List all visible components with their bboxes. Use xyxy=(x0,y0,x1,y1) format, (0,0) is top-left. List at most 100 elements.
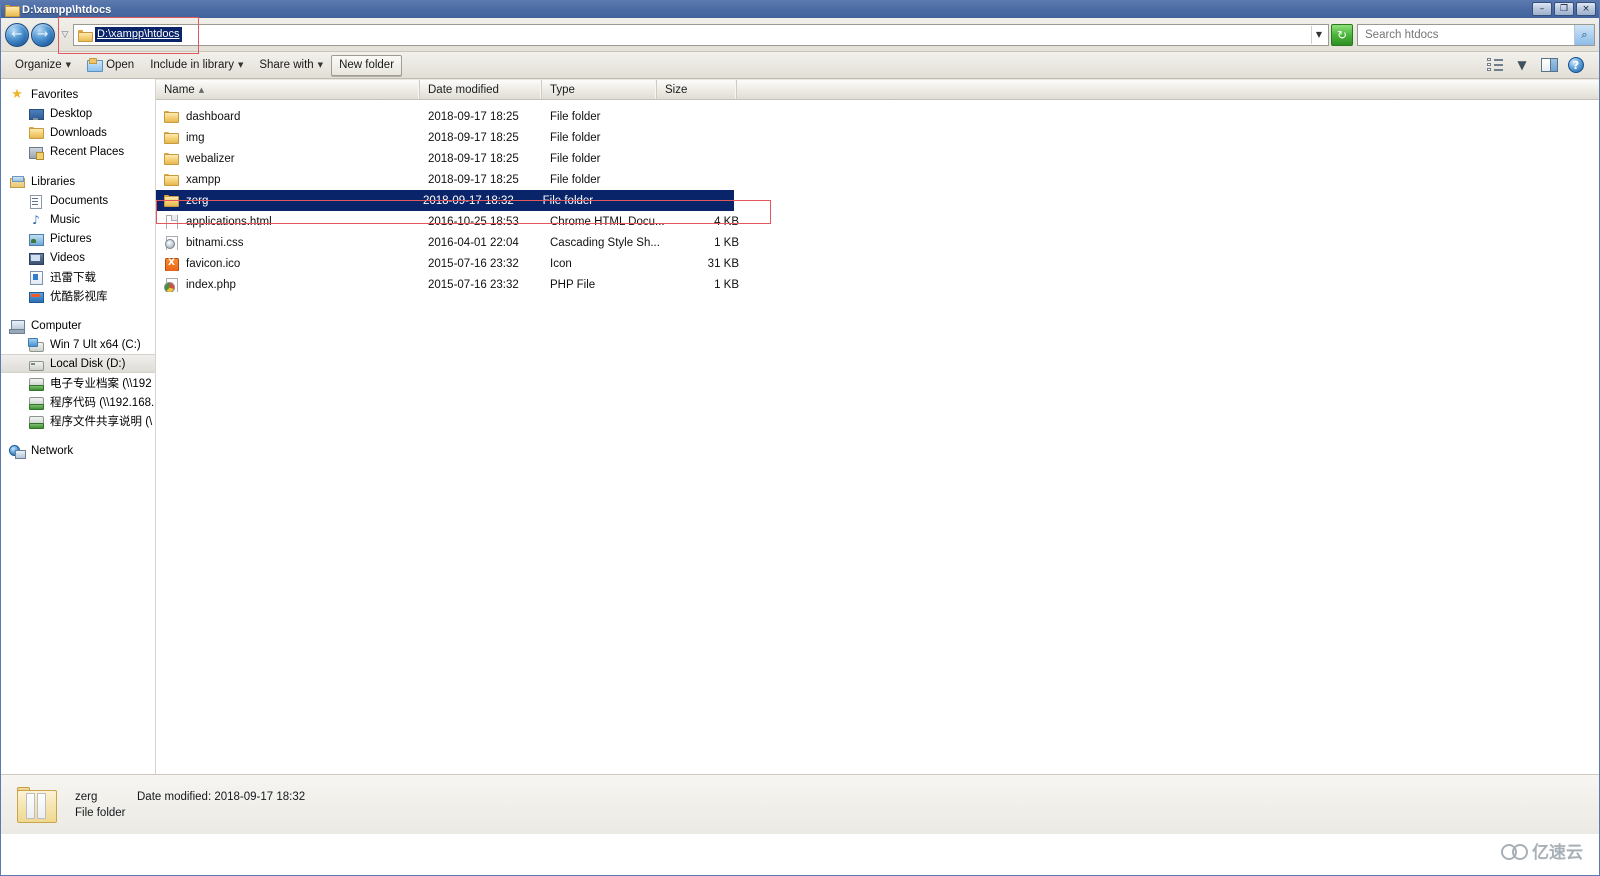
column-header-label: Name xyxy=(164,83,195,96)
sidebar-item-computer[interactable]: Computer xyxy=(1,316,155,335)
file-date: 2018-09-17 18:25 xyxy=(428,131,519,144)
ico-file-icon: X xyxy=(164,257,179,271)
network-drive-icon xyxy=(28,395,44,410)
window-controls: – ❐ × xyxy=(1532,2,1596,16)
search-icon[interactable]: ⌕ xyxy=(1574,24,1594,45)
recent-pages-dropdown-icon[interactable]: ▽ xyxy=(57,29,73,40)
libraries-icon xyxy=(9,175,25,189)
sidebar-item-drive-c[interactable]: Win 7 Ult x64 (C:) xyxy=(1,335,155,354)
table-row[interactable]: bitnami.css 2016-04-01 22:04 Cascading S… xyxy=(156,232,1599,253)
organize-caret-icon: ▼ xyxy=(65,61,72,69)
file-size: 1 KB xyxy=(714,236,739,249)
file-type: PHP File xyxy=(550,278,596,291)
sidebar-item-videos[interactable]: Videos xyxy=(1,248,155,267)
table-row[interactable]: dashboard 2018-09-17 18:25 File folder xyxy=(156,106,1599,127)
open-folder-icon xyxy=(87,58,104,72)
sidebar-item-network-drive-3[interactable]: 程序文件共享说明 (\ xyxy=(1,411,155,430)
column-header-row: Name ▲ Date modified Type Size xyxy=(156,79,1599,100)
close-button[interactable]: × xyxy=(1576,2,1596,16)
file-name: img xyxy=(186,131,205,144)
forward-button[interactable]: → xyxy=(31,22,55,47)
pictures-icon xyxy=(28,232,44,246)
share-with-button[interactable]: Share with ▼ xyxy=(251,55,331,76)
open-button[interactable]: Open xyxy=(79,55,142,76)
css-file-icon xyxy=(164,235,179,250)
sidebar-item-favorites[interactable]: ★ Favorites xyxy=(1,85,155,104)
sidebar-item-downloads[interactable]: Downloads xyxy=(1,123,155,142)
column-header-label: Date modified xyxy=(428,83,499,96)
sidebar-label: Downloads xyxy=(50,126,107,139)
sidebar-item-music[interactable]: ♪ Music xyxy=(1,210,155,229)
desktop-icon xyxy=(28,107,44,121)
file-name-cell: img xyxy=(164,131,428,145)
windows-drive-icon xyxy=(28,337,44,352)
sidebar-item-network[interactable]: Network xyxy=(1,441,155,460)
table-row[interactable]: img 2018-09-17 18:25 File folder xyxy=(156,127,1599,148)
navigation-pane[interactable]: ★ Favorites Desktop Downloads Recent Pla… xyxy=(1,79,156,774)
refresh-button[interactable]: ↻ xyxy=(1331,23,1353,46)
column-header-type[interactable]: Type xyxy=(542,80,657,99)
search-box[interactable]: ⌕ xyxy=(1357,23,1595,46)
column-header-size[interactable]: Size xyxy=(657,80,737,99)
sidebar-item-recent-places[interactable]: Recent Places xyxy=(1,142,155,161)
file-list-pane[interactable]: Name ▲ Date modified Type Size dashboard… xyxy=(156,79,1599,774)
file-size: 1 KB xyxy=(714,278,739,291)
address-dropdown-icon[interactable]: ▼ xyxy=(1311,25,1326,44)
preview-pane-icon[interactable] xyxy=(1540,56,1558,74)
help-icon[interactable]: ? xyxy=(1567,56,1585,74)
sidebar-label: 电子专业档案 (\\192 xyxy=(50,377,152,390)
address-input[interactable]: D:\xampp\htdocs ▼ xyxy=(73,23,1329,46)
table-row[interactable]: index.php 2015-07-16 23:32 PHP File 1 KB xyxy=(156,274,1599,295)
include-in-library-button[interactable]: Include in library ▼ xyxy=(142,55,251,76)
file-name: index.php xyxy=(186,278,236,291)
sidebar-label: 优酷影视库 xyxy=(50,290,108,303)
sidebar-item-pictures[interactable]: Pictures xyxy=(1,229,155,248)
sidebar-label: Computer xyxy=(31,319,82,332)
include-in-library-label: Include in library xyxy=(150,59,234,71)
address-path-text[interactable]: D:\xampp\htdocs xyxy=(95,27,182,42)
change-view-icon[interactable] xyxy=(1486,56,1504,74)
sidebar-item-libraries[interactable]: Libraries xyxy=(1,172,155,191)
sidebar-item-documents[interactable]: Documents xyxy=(1,191,155,210)
table-row-selected[interactable]: zerg 2018-09-17 18:32 File folder xyxy=(156,190,734,211)
table-row[interactable]: X favicon.ico 2015-07-16 23:32 Icon 31 K… xyxy=(156,253,1599,274)
file-date: 2015-07-16 23:32 xyxy=(428,257,519,270)
youku-library-icon xyxy=(28,289,44,303)
sidebar-item-network-drive-1[interactable]: 电子专业档案 (\\192 xyxy=(1,373,155,392)
minimize-button[interactable]: – xyxy=(1532,2,1552,16)
watermark: 亿速云 xyxy=(1501,838,1583,863)
file-name-cell: index.php xyxy=(164,277,428,292)
restore-button[interactable]: ❐ xyxy=(1554,2,1574,16)
organize-button[interactable]: Organize ▼ xyxy=(7,55,79,76)
table-row[interactable]: xampp 2018-09-17 18:25 File folder xyxy=(156,169,1599,190)
folder-icon xyxy=(28,126,44,140)
new-folder-button[interactable]: New folder xyxy=(331,54,403,76)
sidebar-item-xunlei-download[interactable]: 迅雷下载 xyxy=(1,267,155,286)
column-header-date-modified[interactable]: Date modified xyxy=(420,80,542,99)
file-date: 2018-09-17 18:25 xyxy=(428,110,519,123)
file-name-cell: zerg xyxy=(164,194,423,208)
sidebar-label: Libraries xyxy=(31,175,76,188)
recent-places-icon xyxy=(28,145,44,160)
sidebar-item-drive-d[interactable]: Local Disk (D:) xyxy=(1,354,155,373)
address-bar-row: ← → ▽ D:\xampp\htdocs ▼ ↻ ⌕ xyxy=(1,18,1599,52)
folder-icon xyxy=(164,110,179,124)
file-name: favicon.ico xyxy=(186,257,241,270)
table-row[interactable]: webalizer 2018-09-17 18:25 File folder xyxy=(156,148,1599,169)
change-view-dropdown-icon[interactable]: ▼ xyxy=(1513,56,1531,74)
search-input[interactable] xyxy=(1363,27,1574,42)
details-pane: zerg Date modified: 2018-09-17 18:32 Fil… xyxy=(1,774,1599,834)
php-file-icon xyxy=(164,277,179,292)
back-button[interactable]: ← xyxy=(5,22,29,47)
sidebar-label: 程序代码 (\\192.168. xyxy=(50,396,155,409)
file-type: File folder xyxy=(550,110,601,123)
details-date-modified: Date modified: 2018-09-17 18:32 xyxy=(137,790,306,803)
table-row[interactable]: applications.html 2016-10-25 18:53 Chrom… xyxy=(156,211,1599,232)
sidebar-item-youku-library[interactable]: 优酷影视库 xyxy=(1,286,155,305)
sidebar-item-desktop[interactable]: Desktop xyxy=(1,104,155,123)
network-drive-icon xyxy=(28,414,44,429)
sidebar-item-network-drive-2[interactable]: 程序代码 (\\192.168. xyxy=(1,392,155,411)
file-rows: dashboard 2018-09-17 18:25 File folder i… xyxy=(156,100,1599,295)
column-header-name[interactable]: Name ▲ xyxy=(156,80,420,99)
